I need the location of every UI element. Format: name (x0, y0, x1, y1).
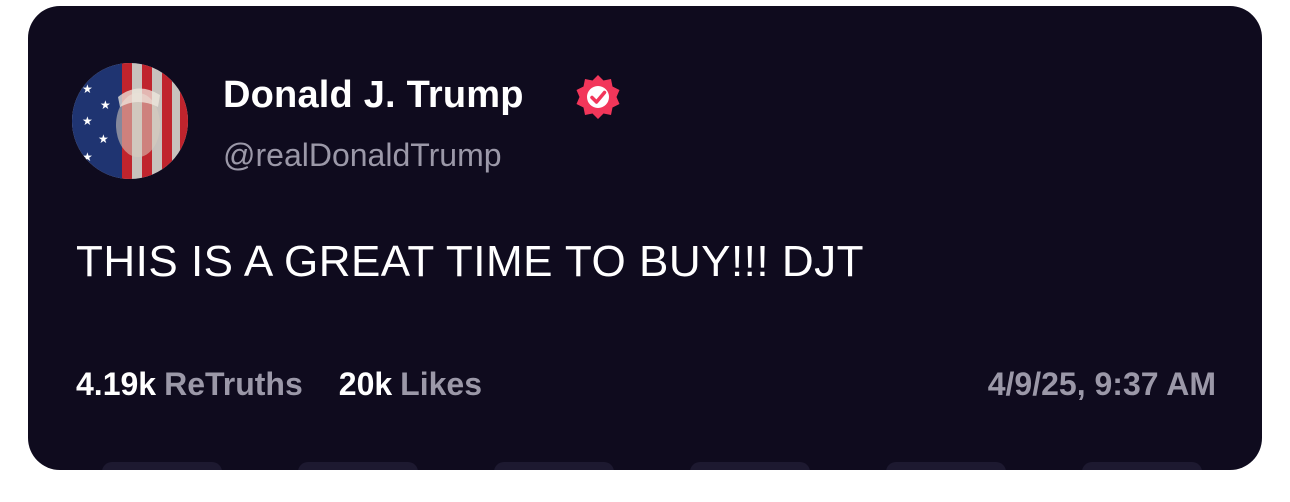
more-options-button[interactable] (1082, 462, 1202, 470)
svg-text:★: ★ (82, 114, 93, 128)
likes-count: 20k (338, 365, 393, 402)
author-handle[interactable]: @realDonaldTrump (223, 135, 502, 175)
likes-stat[interactable]: 20k Likes (339, 366, 482, 403)
author-avatar[interactable]: ★ ★ ★ ★ ★ (72, 63, 188, 179)
likes-label: Likes (400, 365, 482, 402)
retruths-count: 4.19k (76, 365, 157, 402)
retruth-button[interactable] (298, 462, 418, 470)
action-bar (28, 462, 1262, 470)
retruths-stat[interactable]: 4.19k ReTruths (76, 366, 303, 403)
post-stats: 4.19k ReTruths 20k Likes (76, 362, 518, 406)
post-card: ★ ★ ★ ★ ★ Donald J. Trump @realDonaldTru… (28, 6, 1262, 470)
svg-text:★: ★ (98, 132, 109, 146)
flag-portrait-avatar-icon: ★ ★ ★ ★ ★ (72, 63, 188, 179)
share-button[interactable] (690, 462, 810, 470)
post-text: THIS IS A GREAT TIME TO BUY!!! DJT (76, 237, 864, 286)
svg-text:★: ★ (82, 82, 93, 96)
like-button[interactable] (494, 462, 614, 470)
svg-text:★: ★ (100, 98, 111, 112)
retruths-label: ReTruths (164, 365, 303, 402)
svg-text:★: ★ (82, 150, 93, 164)
verified-badge-icon (576, 75, 620, 119)
author-display-name[interactable]: Donald J. Trump (223, 72, 524, 118)
reply-button[interactable] (102, 462, 222, 470)
post-timestamp: 4/9/25, 9:37 AM (987, 366, 1216, 402)
bookmark-button[interactable] (886, 462, 1006, 470)
